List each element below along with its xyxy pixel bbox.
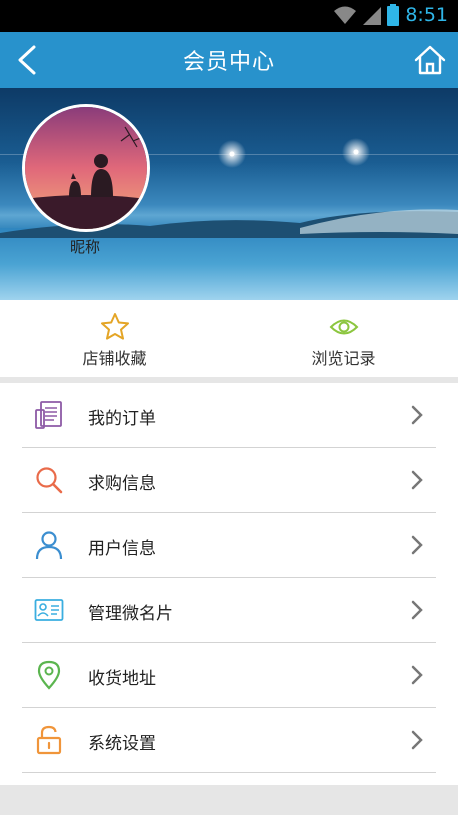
nickname[interactable]: 昵称 xyxy=(55,236,115,257)
menu-item-user-info[interactable]: 用户信息 xyxy=(0,513,458,578)
avatar-image xyxy=(25,107,147,229)
chevron-right-icon xyxy=(411,470,423,490)
menu-item-label: 求购信息 xyxy=(88,474,156,494)
business-card-icon xyxy=(34,599,64,621)
row-divider xyxy=(22,772,436,773)
menu-item-shipping-address[interactable]: 收货地址 xyxy=(0,643,458,708)
menu-item-label: 管理微名片 xyxy=(88,604,173,624)
menu-item-label: 用户信息 xyxy=(88,539,156,559)
search-icon xyxy=(36,467,63,494)
chevron-right-icon xyxy=(411,405,423,425)
menu-list: 我的订单 求购信息 用户信息 管理微名片 收货地址 系统设置 xyxy=(0,383,458,785)
bottom-spacer xyxy=(0,785,458,815)
unlock-icon xyxy=(36,725,62,755)
clock: 8:51 xyxy=(405,4,448,26)
signal-icon xyxy=(363,7,382,25)
page-title: 会员中心 xyxy=(182,50,275,75)
battery-icon xyxy=(387,4,400,26)
menu-item-business-card[interactable]: 管理微名片 xyxy=(0,578,458,643)
quick-action-label: 浏览记录 xyxy=(311,349,376,368)
location-pin-icon xyxy=(37,660,61,690)
home-icon[interactable] xyxy=(412,42,448,78)
status-icons: 8:51 xyxy=(333,4,448,26)
menu-item-label: 我的订单 xyxy=(88,409,156,429)
order-list-icon xyxy=(35,401,62,429)
status-bar: 8:51 xyxy=(0,0,458,32)
chevron-right-icon xyxy=(411,665,423,685)
eye-icon xyxy=(329,319,358,335)
menu-item-label: 系统设置 xyxy=(88,734,156,754)
app-bar: 会员中心 xyxy=(0,32,458,88)
quick-actions: 店铺收藏 浏览记录 xyxy=(0,300,458,377)
menu-item-system-settings[interactable]: 系统设置 xyxy=(0,708,458,773)
menu-item-my-orders[interactable]: 我的订单 xyxy=(0,383,458,448)
chevron-right-icon xyxy=(411,600,423,620)
chevron-right-icon xyxy=(411,535,423,555)
avatar[interactable] xyxy=(22,104,150,232)
chevron-right-icon xyxy=(411,730,423,750)
star-icon xyxy=(100,313,129,340)
quick-action-label: 店铺收藏 xyxy=(82,349,147,368)
wifi-icon xyxy=(334,6,357,24)
user-icon xyxy=(35,531,63,560)
menu-item-purchase-requests[interactable]: 求购信息 xyxy=(0,448,458,513)
menu-item-label: 收货地址 xyxy=(88,669,156,689)
quick-action-browse-history[interactable]: 浏览记录 xyxy=(229,300,458,377)
quick-action-store-favorites[interactable]: 店铺收藏 xyxy=(0,300,229,377)
